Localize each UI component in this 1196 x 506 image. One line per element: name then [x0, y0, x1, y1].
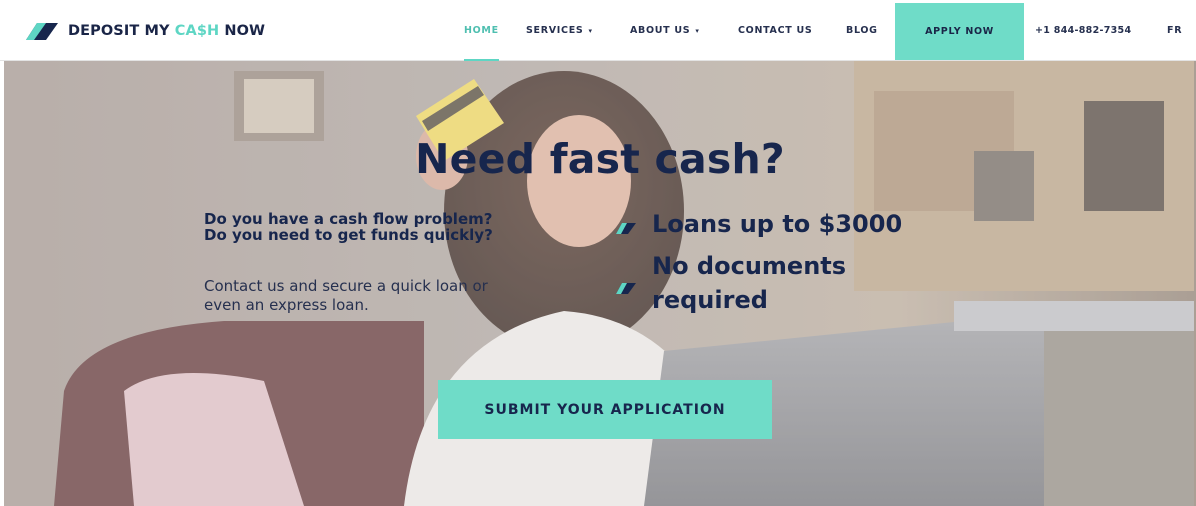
- brand-name: DEPOSIT MY CA$H NOW: [68, 23, 266, 39]
- hero-section: Need fast cash? Do you have a cash flow …: [4, 61, 1196, 506]
- question-funds-quickly: Do you need to get funds quickly?: [204, 226, 493, 244]
- chevron-down-icon: ▾: [695, 26, 700, 35]
- language-switch[interactable]: FR: [1167, 0, 1182, 61]
- phone-link[interactable]: +1 844-882-7354: [1035, 0, 1131, 61]
- check-mark-icon: [616, 223, 636, 234]
- feature-no-documents: No documents required: [652, 252, 847, 314]
- chevron-down-icon: ▾: [588, 26, 593, 35]
- site-header: DEPOSIT MY CA$H NOW HOME SERVICES ▾ ABOU…: [0, 0, 1196, 61]
- question-cash-flow: Do you have a cash flow problem?: [204, 210, 493, 228]
- submit-application-button[interactable]: SUBMIT YOUR APPLICATION: [438, 380, 772, 439]
- logo-mark-icon: [26, 23, 58, 40]
- brand-logo[interactable]: DEPOSIT MY CA$H NOW: [24, 18, 265, 44]
- apply-now-button[interactable]: APPLY NOW: [895, 3, 1024, 60]
- hero-questions: Do you have a cash flow problem? Do you …: [204, 211, 604, 243]
- hero-overlay: [4, 61, 1196, 506]
- nav-home[interactable]: HOME: [464, 0, 499, 61]
- nav-services[interactable]: SERVICES ▾: [526, 0, 593, 61]
- hero-headline: Need fast cash?: [415, 135, 785, 183]
- nav-contact-us[interactable]: CONTACT US: [738, 0, 812, 61]
- nav-about-us[interactable]: ABOUT US ▾: [630, 0, 700, 61]
- nav-blog[interactable]: BLOG: [846, 0, 878, 61]
- feature-loans-up-to: Loans up to $3000: [652, 210, 903, 238]
- hero-intro-text: Contact us and secure a quick loan or ev…: [204, 277, 488, 314]
- check-mark-icon: [616, 283, 636, 294]
